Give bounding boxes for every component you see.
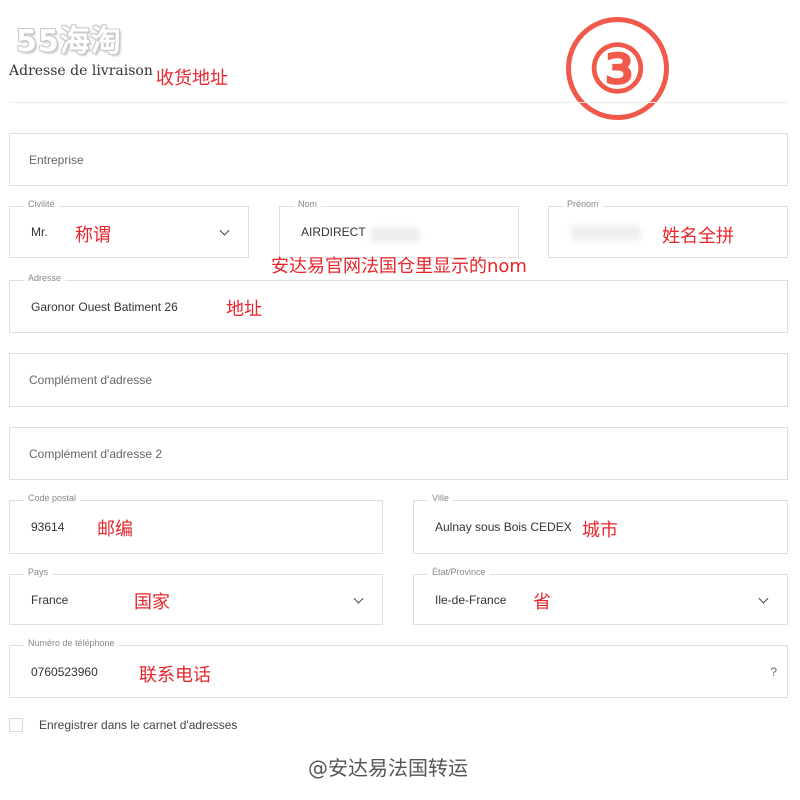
adresse-value: Garonor Ouest Batiment 26 (31, 299, 178, 314)
pays-select[interactable]: Pays France (9, 567, 383, 625)
telephone-field[interactable]: Numéro de téléphone 0760523960 ? (9, 638, 788, 698)
section-title-annotation: 收货地址 (156, 68, 228, 89)
complement-adresse-field[interactable]: Complément d'adresse (9, 353, 788, 407)
entreprise-placeholder: Entreprise (29, 152, 84, 167)
telephone-annotation: 联系电话 (139, 665, 211, 686)
pays-value: France (31, 592, 69, 607)
nom-label: Nom (294, 199, 322, 209)
divider (9, 102, 788, 103)
redacted-mark (571, 225, 641, 241)
civilite-value: Mr. (31, 225, 48, 239)
etat-province-annotation: 省 (533, 592, 551, 613)
telephone-label: Numéro de téléphone (24, 638, 119, 648)
telephone-value: 0760523960 (31, 664, 98, 679)
pays-label: Pays (24, 567, 53, 577)
civilite-annotation: 称谓 (75, 225, 111, 246)
etat-province-select[interactable]: État/Province Ile-de-France (413, 567, 788, 625)
ville-label: Ville (428, 493, 453, 503)
prenom-label: Prénom (563, 199, 603, 209)
chevron-down-icon (219, 225, 230, 236)
complement-adresse-2-placeholder: Complément d'adresse 2 (29, 446, 163, 461)
code-postal-label: Code postal (24, 493, 81, 503)
chevron-down-icon (758, 593, 769, 604)
site-logo: 55海淘 (16, 24, 122, 59)
ville-annotation: 城市 (582, 520, 618, 541)
help-icon[interactable]: ? (770, 665, 777, 679)
prenom-annotation: 姓名全拼 (662, 226, 734, 247)
code-postal-value: 93614 (31, 520, 65, 534)
entreprise-field[interactable]: Entreprise (9, 133, 788, 186)
adresse-annotation: 地址 (226, 299, 262, 320)
save-address-label[interactable]: Enregistrer dans le carnet d'adresses (39, 718, 237, 732)
nom-field[interactable]: Nom AIRDIRECT (279, 199, 519, 258)
nom-value: AIRDIRECT (301, 225, 366, 239)
etat-province-label: État/Province (428, 567, 490, 577)
save-address-checkbox[interactable] (9, 718, 23, 732)
code-postal-annotation: 邮编 (97, 519, 133, 540)
nom-annotation: 安达易官网法国仓里显示的nom (271, 256, 527, 277)
redacted-mark (370, 227, 420, 243)
etat-province-value: Ile-de-France (435, 592, 507, 607)
complement-adresse-placeholder: Complément d'adresse (29, 373, 153, 387)
civilite-select[interactable]: Civilité Mr. (9, 199, 249, 258)
code-postal-field[interactable]: Code postal 93614 (9, 493, 383, 554)
chevron-down-icon (353, 593, 364, 604)
watermark: @安达易法国转运 (308, 756, 468, 780)
adresse-label: Adresse (24, 273, 66, 283)
civilite-label: Civilité (24, 199, 59, 209)
pays-annotation: 国家 (134, 592, 170, 613)
ville-value: Aulnay sous Bois CEDEX (435, 520, 572, 534)
complement-adresse-2-field[interactable]: Complément d'adresse 2 (9, 427, 788, 480)
adresse-field[interactable]: Adresse Garonor Ouest Batiment 26 (9, 273, 788, 333)
step-number-badge: ③ (566, 17, 669, 120)
section-title: Adresse de livraison (9, 63, 153, 79)
